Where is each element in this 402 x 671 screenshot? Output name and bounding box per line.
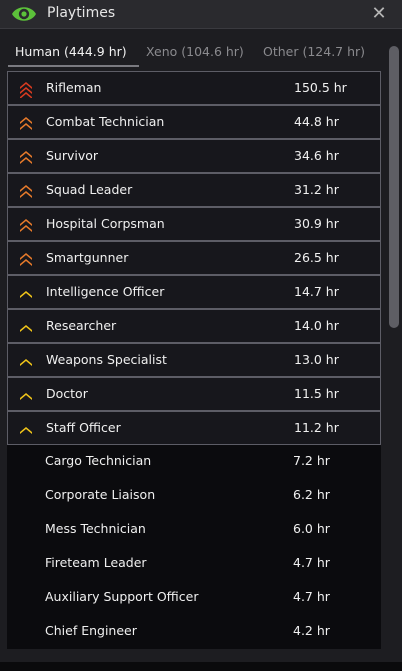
- role-hours: 6.2 hr: [293, 487, 330, 502]
- role-hours: 26.5 hr: [294, 250, 339, 265]
- role-hours: 44.8 hr: [294, 114, 339, 129]
- role-hours: 150.5 hr: [294, 80, 347, 95]
- role-name: Researcher: [46, 318, 117, 333]
- role-name: Chief Engineer: [45, 623, 137, 638]
- playtimes-panel: Human (444.9 hr) Xeno (104.6 hr) Other (…: [0, 29, 402, 662]
- close-icon[interactable]: ✕: [370, 5, 388, 23]
- role-playtime-list: Rifleman 150.5 hr Combat Technician 44.8 hr…: [7, 71, 381, 671]
- role-hours: 30.9 hr: [294, 216, 339, 231]
- role-row[interactable]: Combat Technician 44.8 hr: [7, 105, 381, 139]
- role-hours: 7.2 hr: [293, 453, 330, 468]
- role-hours: 34.6 hr: [294, 148, 339, 163]
- role-name: Corporate Liaison: [45, 487, 156, 502]
- role-row[interactable]: Cargo Technician 7.2 hr: [7, 445, 381, 479]
- orange-chevron-stack-icon: [20, 219, 32, 232]
- role-name: Hospital Corpsman: [46, 216, 165, 231]
- role-hours: 13.0 hr: [294, 352, 339, 367]
- role-hours: 31.2 hr: [294, 182, 339, 197]
- active-tab-indicator: [8, 65, 139, 67]
- role-name: Survivor: [46, 148, 99, 163]
- orange-chevron-stack-icon: [20, 151, 32, 164]
- role-name: Combat Technician: [46, 114, 165, 129]
- orange-chevron-stack-icon: [20, 185, 32, 198]
- role-row[interactable]: Researcher 14.0 hr: [7, 309, 381, 343]
- orange-chevron-stack-icon: [20, 117, 32, 130]
- role-row[interactable]: Rifleman 150.5 hr: [7, 71, 381, 105]
- role-row[interactable]: Auxiliary Support Officer 4.7 hr: [7, 581, 381, 615]
- role-name: Fireteam Leader: [45, 555, 147, 570]
- role-name: Staff Officer: [46, 420, 121, 435]
- tab-xeno[interactable]: Xeno (104.6 hr): [146, 39, 244, 65]
- role-row[interactable]: Staff Officer 11.2 hr: [7, 411, 381, 445]
- role-name: Smartgunner: [46, 250, 129, 265]
- tab-other[interactable]: Other (124.7 hr): [263, 39, 365, 65]
- role-name: Rifleman: [46, 80, 102, 95]
- role-hours: 4.2 hr: [293, 623, 330, 638]
- gold-chevron-icon: [20, 393, 32, 400]
- role-hours: 4.7 hr: [293, 589, 330, 604]
- window-title: Playtimes: [47, 5, 116, 21]
- role-row[interactable]: Survivor 34.6 hr: [7, 139, 381, 173]
- role-row[interactable]: Squad Leader 31.2 hr: [7, 173, 381, 207]
- orange-chevron-stack-icon: [20, 253, 32, 266]
- role-row[interactable]: Hospital Corpsman 30.9 hr: [7, 207, 381, 241]
- role-hours: 14.7 hr: [294, 284, 339, 299]
- role-row[interactable]: Corporate Liaison 6.2 hr: [7, 479, 381, 513]
- red-chevron-stack-icon: [20, 82, 32, 98]
- role-row[interactable]: Doctor 11.5 hr: [7, 377, 381, 411]
- role-hours: 14.0 hr: [294, 318, 339, 333]
- tab-human[interactable]: Human (444.9 hr): [15, 39, 127, 65]
- role-name: Mess Technician: [45, 521, 146, 536]
- gold-chevron-icon: [20, 359, 32, 366]
- gold-chevron-icon: [20, 427, 32, 434]
- scrollbar-thumb[interactable]: [389, 46, 399, 328]
- gold-chevron-icon: [20, 325, 32, 332]
- role-hours: 11.5 hr: [294, 386, 339, 401]
- role-name: Auxiliary Support Officer: [45, 589, 199, 604]
- role-row[interactable]: Chief Engineer 4.2 hr: [7, 615, 381, 649]
- role-name: Intelligence Officer: [46, 284, 165, 299]
- role-row[interactable]: Intelligence Officer 14.7 hr: [7, 275, 381, 309]
- role-name: Squad Leader: [46, 182, 133, 197]
- role-hours: 6.0 hr: [293, 521, 330, 536]
- eye-icon: [12, 7, 36, 21]
- role-name: Cargo Technician: [45, 453, 152, 468]
- role-name: Doctor: [46, 386, 88, 401]
- role-row[interactable]: Smartgunner 26.5 hr: [7, 241, 381, 275]
- role-row[interactable]: Fireteam Leader 4.7 hr: [7, 547, 381, 581]
- role-hours: 11.2 hr: [294, 420, 339, 435]
- role-hours: 4.7 hr: [293, 555, 330, 570]
- window-titlebar: Playtimes ✕: [0, 0, 402, 29]
- role-row[interactable]: Mess Technician 6.0 hr: [7, 513, 381, 547]
- role-row[interactable]: Weapons Specialist 13.0 hr: [7, 343, 381, 377]
- role-name: Weapons Specialist: [46, 352, 167, 367]
- gold-chevron-icon: [20, 291, 32, 298]
